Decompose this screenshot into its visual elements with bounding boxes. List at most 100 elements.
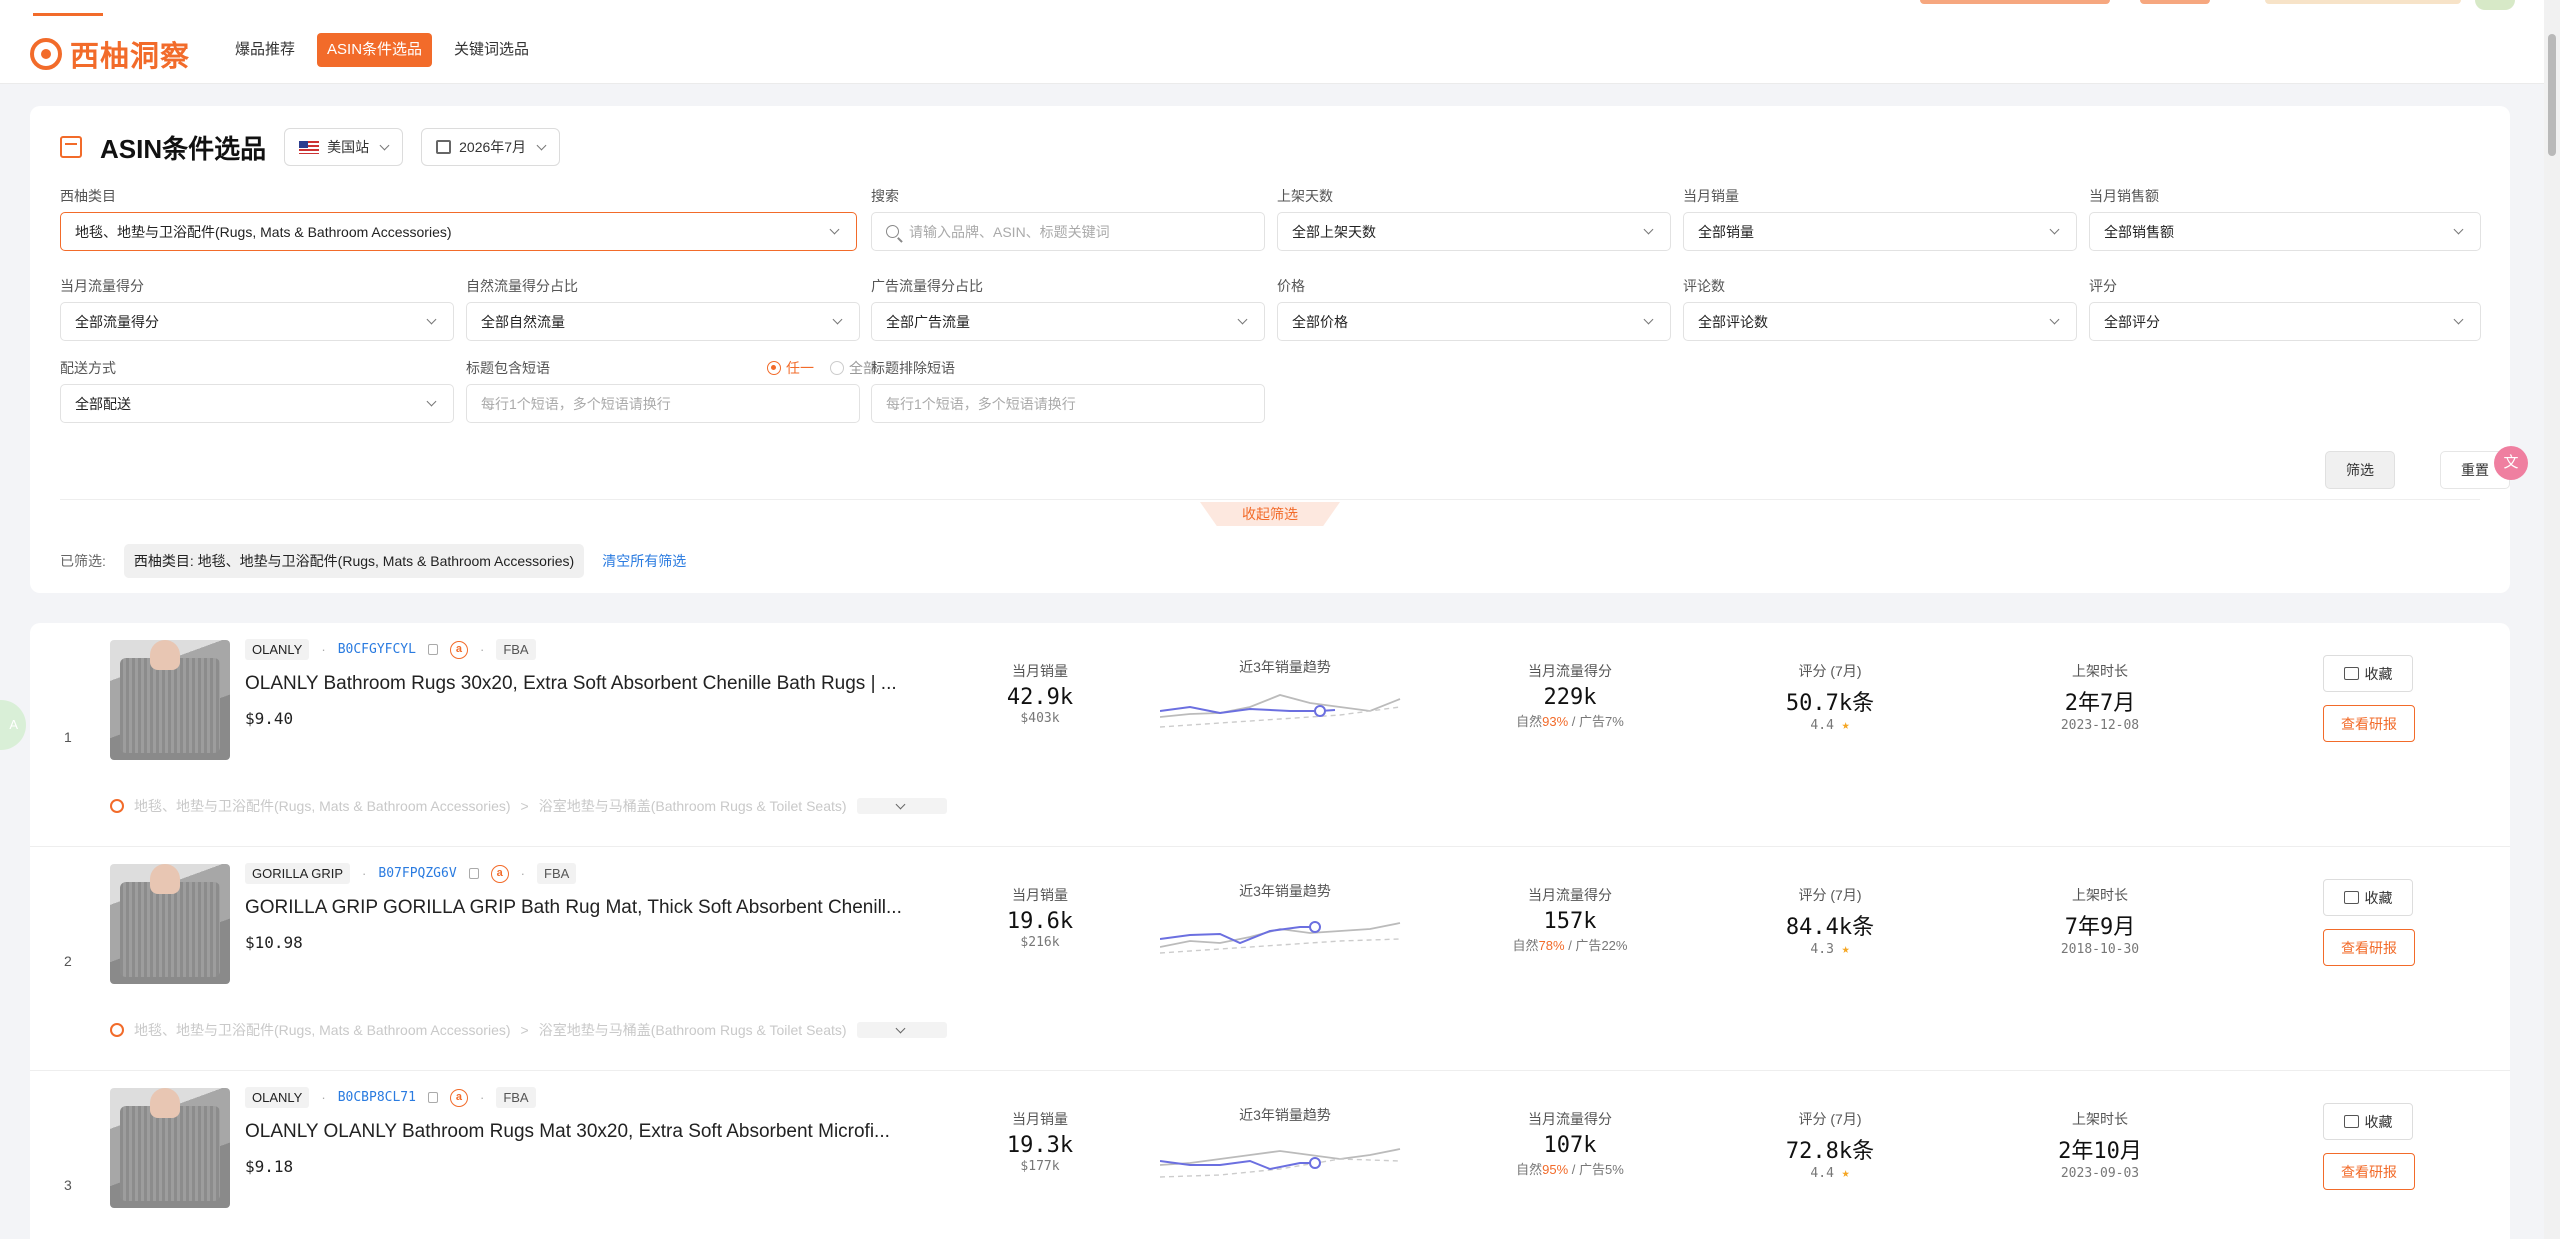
tab-asin-filter[interactable]: ASIN条件选品 xyxy=(317,33,433,67)
radio-all[interactable]: 全部 xyxy=(830,358,877,378)
month-select[interactable]: 2026年7月 xyxy=(421,128,561,166)
product-image-feet xyxy=(150,1088,180,1118)
scrollbar-thumb[interactable] xyxy=(2548,34,2556,156)
category-level-2[interactable]: 浴室地垫与马桶盖(Bathroom Rugs & Toilet Seats) xyxy=(539,796,847,816)
category-expand-button[interactable] xyxy=(856,1022,947,1038)
product-image[interactable] xyxy=(110,640,230,760)
category-level-2[interactable]: 浴室地垫与马桶盖(Bathroom Rugs & Toilet Seats) xyxy=(539,1020,847,1040)
promo-strip xyxy=(2265,0,2461,4)
ad-share-select[interactable]: 全部广告流量 xyxy=(871,302,1265,341)
select-value: 全部自然流量 xyxy=(481,313,565,330)
reviews-select[interactable]: 全部评论数 xyxy=(1683,302,2077,341)
radio-any[interactable]: 任一 xyxy=(767,358,814,378)
product-title[interactable]: OLANLY Bathroom Rugs 30x20, Extra Soft A… xyxy=(245,673,925,695)
asin-link[interactable]: B07FPQZG6V xyxy=(378,866,456,881)
tab-keyword-filter[interactable]: 关键词选品 xyxy=(444,33,539,67)
field-label: 西柚类目 xyxy=(60,188,116,204)
rating-metric: 评分 (7月) 72.8k条 4.4 ★ xyxy=(1760,1109,1900,1181)
page-scrollbar[interactable] xyxy=(2544,0,2560,1239)
title-include-input[interactable]: 每行1个短语，多个短语请换行 xyxy=(466,384,860,423)
rating-select[interactable]: 全部评分 xyxy=(2089,302,2481,341)
brand-tag[interactable]: OLANLY xyxy=(245,639,310,660)
active-indicator xyxy=(33,13,103,16)
month-value: 2026年7月 xyxy=(459,139,527,155)
copy-icon[interactable] xyxy=(427,1092,438,1103)
favorite-button[interactable]: 收藏 xyxy=(2323,655,2413,692)
filter-button[interactable]: 筛选 xyxy=(2325,451,2395,489)
monthly-revenue-select[interactable]: 全部销售额 xyxy=(2089,212,2481,251)
select-value: 全部上架天数 xyxy=(1292,223,1376,240)
product-image-rug xyxy=(120,882,220,977)
brand-tag[interactable]: OLANLY xyxy=(245,1087,310,1108)
trend-line-current xyxy=(1159,1159,1315,1171)
age-metric: 上架时长 7年9月 2018-10-30 xyxy=(2030,885,2170,957)
copy-icon[interactable] xyxy=(427,644,438,655)
view-report-button[interactable]: 查看研报 xyxy=(2323,1153,2415,1190)
metric-label: 当月流量得分 xyxy=(1528,887,1612,903)
select-value: 全部评分 xyxy=(2104,313,2160,330)
product-image[interactable] xyxy=(110,864,230,984)
view-report-button[interactable]: 查看研报 xyxy=(2323,929,2415,966)
asin-link[interactable]: B0CFGYFCYL xyxy=(338,642,416,657)
flag-icon xyxy=(299,140,320,154)
price-select[interactable]: 全部价格 xyxy=(1277,302,1671,341)
title-exclude-field: 标题排除短语 每行1个短语，多个短语请换行 xyxy=(871,358,1265,423)
organic-prefix: 自然 xyxy=(1516,714,1543,729)
traffic-metric: 当月流量得分 107k 自然95% / 广告5% xyxy=(1470,1109,1670,1178)
organic-share-select[interactable]: 全部自然流量 xyxy=(466,302,860,341)
applied-filter-tag[interactable]: 西柚类目: 地毯、地垫与卫浴配件(Rugs, Mats & Bathroom A… xyxy=(123,544,585,578)
trend-line-muted xyxy=(1159,1148,1401,1166)
sparkline xyxy=(1159,694,1401,728)
traffic-score-select[interactable]: 全部流量得分 xyxy=(60,302,454,341)
tab-hot-products[interactable]: 爆品推荐 xyxy=(225,33,305,67)
category-level-1[interactable]: 地毯、地垫与卫浴配件(Rugs, Mats & Bathroom Accesso… xyxy=(134,796,511,816)
brand-tag[interactable]: GORILLA GRIP xyxy=(245,863,351,884)
clear-filters-link[interactable]: 清空所有筛选 xyxy=(602,551,686,571)
favorite-button[interactable]: 收藏 xyxy=(2323,1103,2413,1140)
product-price: $9.40 xyxy=(245,709,294,728)
category-select[interactable]: 地毯、地垫与卫浴配件(Rugs, Mats & Bathroom Accesso… xyxy=(60,212,857,251)
search-input[interactable]: 请输入品牌、ASIN、标题关键词 xyxy=(871,212,1265,251)
side-widget[interactable]: A xyxy=(0,700,26,750)
select-value: 全部流量得分 xyxy=(75,313,159,330)
product-title[interactable]: OLANLY OLANLY Bathroom Rugs Mat 30x20, E… xyxy=(245,1121,925,1143)
brand[interactable]: 西柚洞察 xyxy=(30,33,190,75)
product-image[interactable] xyxy=(110,1088,230,1208)
user-avatar[interactable] xyxy=(2475,0,2515,10)
trend-line-muted xyxy=(1159,694,1401,718)
shipping-select[interactable]: 全部配送 xyxy=(60,384,454,423)
product-row: 1 OLANLY · B0CFGYFCYL a · FBA OLANLY Bat… xyxy=(30,623,2510,847)
sales-value: 19.6k xyxy=(1006,909,1074,934)
category-expand-button[interactable] xyxy=(856,798,947,814)
sales-trend[interactable]: 近3年销量趋势 xyxy=(1159,657,1410,737)
radio-dot xyxy=(767,361,781,375)
asin-link[interactable]: B0CBP8CL71 xyxy=(338,1090,416,1105)
trend-marker xyxy=(1309,1157,1321,1169)
site-value: 美国站 xyxy=(327,139,370,155)
view-report-button[interactable]: 查看研报 xyxy=(2323,705,2415,742)
sales-trend[interactable]: 近3年销量趋势 xyxy=(1159,881,1410,961)
amazon-icon[interactable]: a xyxy=(449,1088,468,1107)
site-select[interactable]: 美国站 xyxy=(284,128,404,166)
organic-pct: 93% xyxy=(1542,714,1569,729)
favorite-button[interactable]: 收藏 xyxy=(2323,879,2413,916)
amazon-icon[interactable]: a xyxy=(490,864,509,883)
select-value: 全部销量 xyxy=(1698,223,1754,240)
title-exclude-input[interactable]: 每行1个短语，多个短语请换行 xyxy=(871,384,1265,423)
product-title[interactable]: GORILLA GRIP GORILLA GRIP Bath Rug Mat, … xyxy=(245,897,925,919)
copy-icon[interactable] xyxy=(468,868,479,879)
metric-label: 当月流量得分 xyxy=(1528,1111,1612,1127)
amazon-icon[interactable]: a xyxy=(449,640,468,659)
sales-trend[interactable]: 近3年销量趋势 xyxy=(1159,1105,1410,1185)
monthly-sales-select[interactable]: 全部销量 xyxy=(1683,212,2077,251)
input-placeholder: 每行1个短语，多个短语请换行 xyxy=(886,395,1076,412)
category-level-1[interactable]: 地毯、地垫与卫浴配件(Rugs, Mats & Bathroom Accesso… xyxy=(134,1020,511,1040)
select-value: 全部配送 xyxy=(75,395,131,412)
chevron-down-icon xyxy=(1643,224,1654,235)
translate-icon[interactable]: 文 xyxy=(2494,446,2528,480)
trend-marker xyxy=(1309,921,1321,933)
listing-days-select[interactable]: 全部上架天数 xyxy=(1277,212,1671,251)
rating-value: 4.3 ★ xyxy=(1760,942,1900,957)
age-metric: 上架时长 2年7月 2023-12-08 xyxy=(2030,661,2170,733)
collapse-filters-button[interactable]: 收起筛选 xyxy=(1200,502,1340,526)
